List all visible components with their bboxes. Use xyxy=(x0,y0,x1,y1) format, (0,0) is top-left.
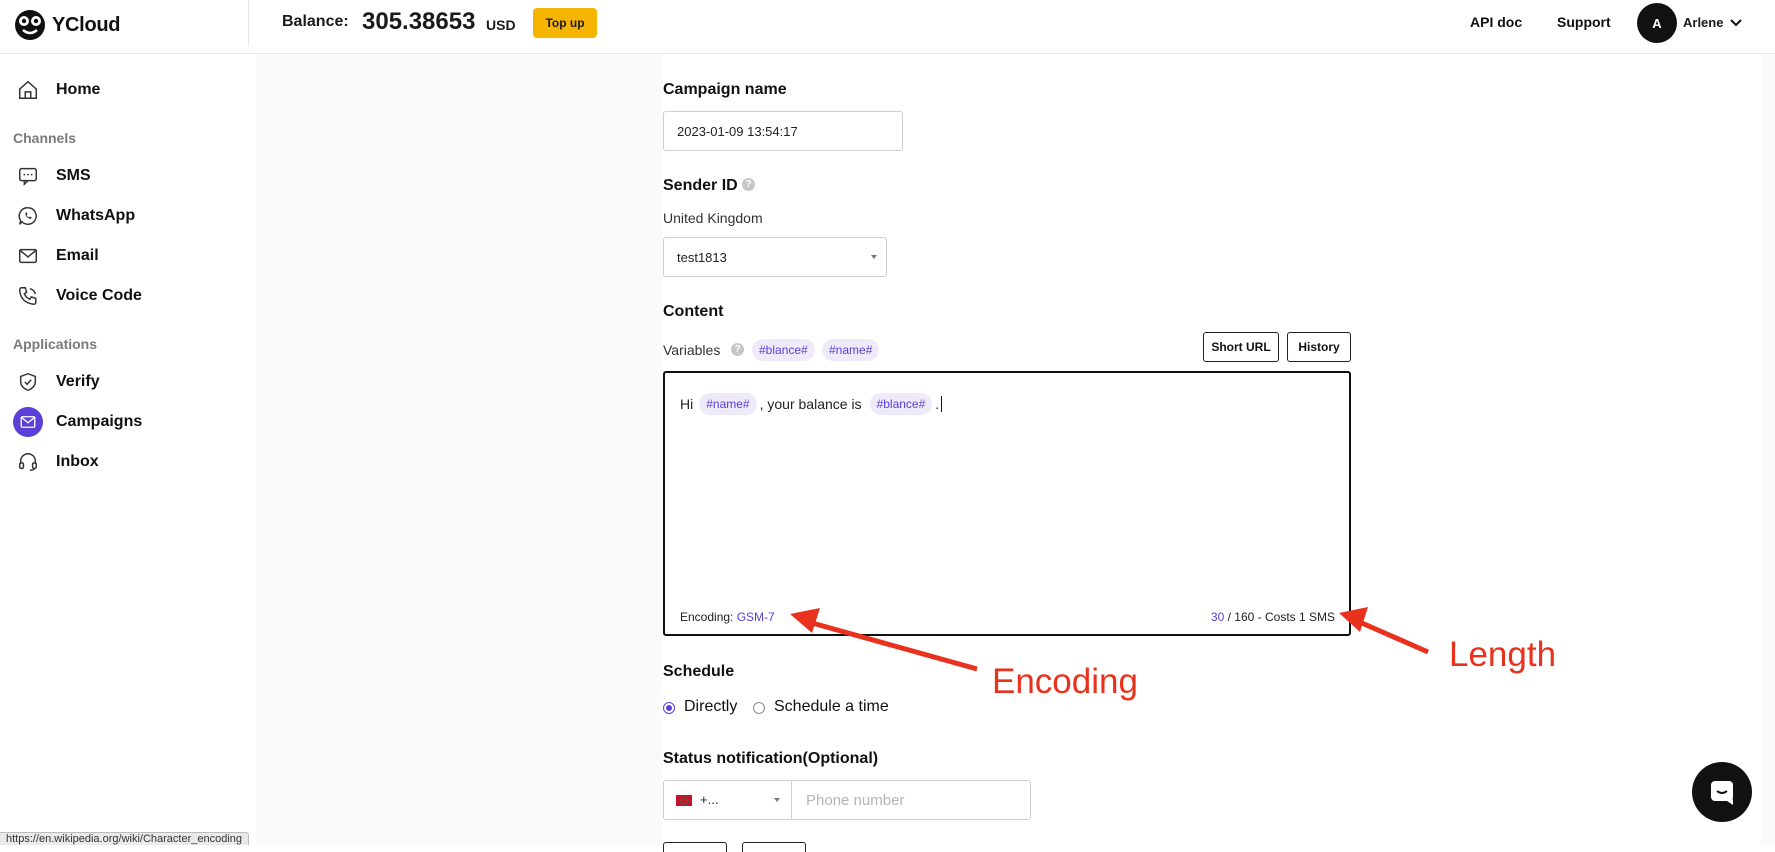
sidebar-item-voice-code[interactable]: Voice Code xyxy=(0,278,256,314)
chat-icon xyxy=(1711,781,1733,805)
ycloud-logo-icon xyxy=(15,10,45,40)
help-icon[interactable]: ? xyxy=(731,343,744,356)
help-icon[interactable]: ? xyxy=(742,178,755,191)
campaign-name-input[interactable]: 2023-01-09 13:54:17 xyxy=(663,111,903,151)
sender-id-value: test1813 xyxy=(677,249,727,265)
encoding-indicator: Encoding: GSM-7 xyxy=(680,610,775,624)
encoding-label: Encoding: xyxy=(680,610,734,624)
sidebar-item-label: Home xyxy=(56,81,101,98)
sidebar: Home Channels SMS WhatsApp Email Voice C… xyxy=(0,54,256,845)
message-content: Hi #name# , your balance is #blance# . xyxy=(680,393,943,415)
content-title: Content xyxy=(663,303,724,320)
sidebar-item-label: Inbox xyxy=(56,453,99,470)
main-right-gutter xyxy=(1761,54,1775,845)
schedule-time-radio[interactable] xyxy=(753,702,765,714)
sidebar-item-label: Verify xyxy=(56,373,100,390)
headset-icon xyxy=(16,450,40,474)
phone-icon xyxy=(16,284,40,308)
phone-input-group: +... xyxy=(663,780,1031,820)
flag-icon xyxy=(676,795,692,806)
message-text: , your balance is xyxy=(759,396,862,412)
country-code: +... xyxy=(700,792,719,807)
sidebar-item-verify[interactable]: Verify xyxy=(0,364,256,400)
logo[interactable]: YCloud xyxy=(14,9,121,41)
encoding-value[interactable]: GSM-7 xyxy=(737,610,775,624)
sms-icon xyxy=(16,164,40,188)
sidebar-item-label: Campaigns xyxy=(56,413,143,430)
api-doc-link[interactable]: API doc xyxy=(1470,14,1522,30)
chat-button[interactable] xyxy=(1692,762,1752,822)
applications-section-title: Applications xyxy=(13,336,98,352)
sidebar-item-home[interactable]: Home xyxy=(0,72,256,108)
brand-name: YCloud xyxy=(52,13,121,36)
short-url-button[interactable]: Short URL xyxy=(1203,332,1279,362)
caret-down-icon xyxy=(774,798,780,802)
message-variable-chip: #name# xyxy=(699,393,757,415)
home-icon xyxy=(16,78,40,102)
campaign-name-value: 2023-01-09 13:54:17 xyxy=(677,123,798,139)
sidebar-item-email[interactable]: Email xyxy=(0,238,256,274)
phone-number-input[interactable] xyxy=(792,781,1030,819)
status-bar-url: https://en.wikipedia.org/wiki/Character_… xyxy=(0,832,250,845)
sidebar-item-inbox[interactable]: Inbox xyxy=(0,444,256,480)
schedule-directly-radio[interactable] xyxy=(663,702,675,714)
encoding-annotation: Encoding xyxy=(992,662,1138,701)
top-divider xyxy=(248,0,249,46)
length-annotation: Length xyxy=(1449,635,1557,674)
sender-id-title: Sender ID xyxy=(663,177,738,194)
cancel-button[interactable] xyxy=(742,842,806,852)
caret-down-icon xyxy=(871,255,877,259)
message-variable-chip: #blance# xyxy=(869,393,933,415)
campaign-icon xyxy=(13,407,43,437)
variables-label: Variables xyxy=(663,342,721,358)
message-text: . xyxy=(935,396,940,412)
sender-id-select[interactable]: test1813 xyxy=(663,237,887,277)
sidebar-item-sms[interactable]: SMS xyxy=(0,158,256,194)
email-icon xyxy=(16,244,40,268)
length-rest: / 160 - Costs 1 SMS xyxy=(1227,610,1335,624)
sidebar-item-campaigns[interactable]: Campaigns xyxy=(0,404,256,440)
status-notification-title: Status notification(Optional) xyxy=(663,750,879,767)
balance-unit: USD xyxy=(486,17,516,33)
schedule-directly-label[interactable]: Directly xyxy=(684,698,737,716)
text-caret xyxy=(941,396,943,412)
sidebar-item-whatsapp[interactable]: WhatsApp xyxy=(0,198,256,234)
sender-country: United Kingdom xyxy=(663,210,763,226)
variable-chip-blance[interactable]: #blance# xyxy=(752,339,815,361)
main-left-gutter xyxy=(256,54,663,845)
variable-chip-name[interactable]: #name# xyxy=(822,339,880,361)
history-button[interactable]: History xyxy=(1287,332,1351,362)
chevron-down-icon[interactable] xyxy=(1728,14,1744,30)
top-bar: YCloud Balance: 305.38653 USD Top up API… xyxy=(0,0,1775,54)
channels-section-title: Channels xyxy=(13,130,77,146)
message-editor[interactable]: Hi #name# , your balance is #blance# . E… xyxy=(663,371,1351,636)
top-up-button[interactable]: Top up xyxy=(533,8,597,38)
country-code-select[interactable]: +... xyxy=(664,781,792,819)
sidebar-item-label: Voice Code xyxy=(56,287,142,304)
sidebar-item-label: WhatsApp xyxy=(56,207,136,224)
submit-button[interactable] xyxy=(663,842,727,852)
whatsapp-icon xyxy=(16,204,40,228)
campaign-name-title: Campaign name xyxy=(663,81,787,98)
schedule-time-label[interactable]: Schedule a time xyxy=(774,698,889,716)
sidebar-item-label: Email xyxy=(56,247,99,264)
avatar[interactable]: A xyxy=(1637,3,1677,43)
length-indicator: 30 / 160 - Costs 1 SMS xyxy=(1211,610,1335,624)
sidebar-item-label: SMS xyxy=(56,167,91,184)
schedule-title: Schedule xyxy=(663,663,735,680)
support-link[interactable]: Support xyxy=(1557,14,1611,30)
message-text: Hi xyxy=(680,396,694,412)
length-count: 30 xyxy=(1210,610,1225,624)
shield-icon xyxy=(16,370,40,394)
balance-label: Balance: xyxy=(282,13,349,30)
balance-value: 305.38653 xyxy=(362,8,476,35)
user-name[interactable]: Arlene xyxy=(1683,15,1723,30)
